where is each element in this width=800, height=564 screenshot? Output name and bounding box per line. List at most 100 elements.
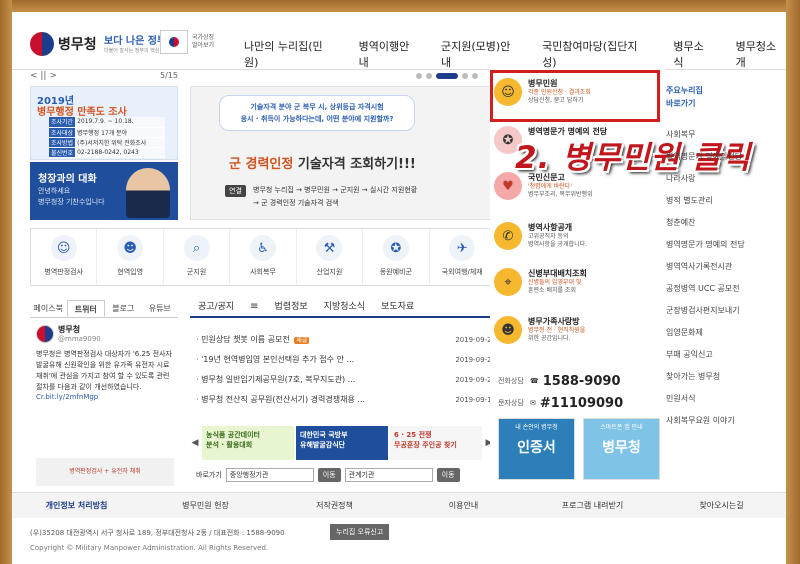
- side-menu-item[interactable]: 병역명문가 명예의 전당: [666, 234, 786, 256]
- carousel-dot[interactable]: [472, 73, 478, 79]
- carousel-dot[interactable]: [426, 73, 432, 79]
- footer-link-downloads[interactable]: 프로그램 내려받기: [528, 493, 657, 518]
- go-button[interactable]: 이동: [436, 468, 460, 482]
- quick-link-military-apply[interactable]: ⌕ 군지원: [164, 229, 231, 285]
- national-flag-icon[interactable]: [160, 30, 188, 54]
- main-promo-banner[interactable]: 기술자격 분야 군 복무 시, 상위등급 자격시험 응시 · 취득이 가능하다는…: [190, 86, 494, 220]
- side-menu-item[interactable]: 병역명문가 명예의전당: [666, 146, 786, 168]
- quick-service-icons: ☺ 병역판정검사 ☻ 현역입영 ⌕ 군지원 ♿ 사회복무 ⚒ 산업지원 ✪ 동원예비군 ✈ 국…: [30, 228, 496, 286]
- tweet-body: 병무청은 병역판정검사 대상자가 '6.25 전사자 발굴유해 신원확인을 위한…: [36, 350, 172, 391]
- survey-info-table: 조사기간 2019.7.9. ~ 10.18. 조사대상 병무행정 17개 분야 조…: [49, 117, 165, 158]
- side-menu-item[interactable]: 입영문화제: [666, 322, 786, 344]
- sns-tabs: 페이스북 트위터 블로그 유튜브: [30, 300, 178, 318]
- side-menu-item[interactable]: 나라사랑: [666, 168, 786, 190]
- side-menu-item[interactable]: 군장병검사편지보내기: [666, 300, 786, 322]
- footer-link-privacy[interactable]: 개인정보 처리방침: [12, 493, 141, 518]
- tab-press[interactable]: 보도자료: [373, 298, 422, 316]
- phone-number: 1588-9090: [542, 373, 621, 389]
- related-org-select[interactable]: 관계기관: [344, 468, 433, 482]
- survey-banner[interactable]: 2019년 병무행정 만족도 조사 조사기간 2019.7.9. ~ 10.18.…: [30, 86, 178, 160]
- wheelchair-icon: ♿: [249, 235, 276, 261]
- carousel-dot-active[interactable]: [436, 73, 458, 79]
- tab-facebook[interactable]: 페이스북: [30, 300, 67, 317]
- list-item[interactable]: · 민원상담 챗봇 이름 공모전 새글 2019-09-25: [196, 330, 496, 350]
- footer-address: (우)35208 대전광역시 서구 청사로 189, 정부대전청사 2동 / 대…: [30, 529, 285, 537]
- people-icon: ☻: [494, 316, 522, 344]
- tweet-account[interactable]: 병무청 @mma9090: [36, 324, 174, 343]
- side-menu-item[interactable]: 사회복무: [666, 124, 786, 146]
- agency-select[interactable]: 중앙행정기관: [225, 468, 314, 482]
- app-banner-mobile[interactable]: 스마트폰 앱 안내 병무청: [583, 418, 660, 480]
- promo-tag: 연결: [225, 185, 246, 197]
- list-item[interactable]: · '19년 현역병입영 본인선택원 추가 접수 안 ... 2019-09-22: [196, 350, 496, 370]
- service-item-unit-assignment[interactable]: ⌖ 신병부대배치조회 신병들의 입영부대 및 훈련소 배치를 조회: [494, 268, 654, 296]
- side-menu-heading: 주요누리집 바로가기: [666, 84, 786, 110]
- partner-banner[interactable]: 농식품 공간데이터 분석 · 활용대회: [202, 426, 294, 460]
- footer-link-directions[interactable]: 찾아오시는길: [657, 493, 786, 518]
- tab-regional-news[interactable]: 지방청소식: [316, 298, 373, 316]
- app-banner-certificate[interactable]: 내 손안의 병무청 인증서: [498, 418, 575, 480]
- report-error-button[interactable]: 누리집 오류신고: [330, 524, 390, 540]
- side-menu-item[interactable]: 부패 공익신고: [666, 344, 786, 366]
- side-menu-item[interactable]: 병적 별도관리: [666, 190, 786, 212]
- partner-banner[interactable]: 대한민국 국방부 유해발굴감식단: [296, 426, 388, 460]
- survey-key: 조사대상: [49, 127, 76, 138]
- quick-link-enlistment[interactable]: ☻ 현역입영: [97, 229, 164, 285]
- partner-banner[interactable]: 6 · 25 전쟁 무공훈장 주인공 찾기: [390, 426, 482, 460]
- sms-number: #11109090: [539, 395, 624, 411]
- side-menu-item[interactable]: 사회복무요원 이야기: [666, 410, 786, 432]
- service-desc: 신병들의 입영부대 및: [528, 279, 587, 287]
- footer-link-guide[interactable]: 이용안내: [399, 493, 528, 518]
- quick-link-label: 병역판정검사: [44, 268, 84, 276]
- tab-law[interactable]: 법령정보: [267, 298, 316, 316]
- side-menu-heading-line: 바로가기: [666, 99, 696, 108]
- hamburger-menu-icon[interactable]: ≡: [242, 298, 266, 316]
- service-item-family-room[interactable]: ☻ 병무가족사랑방 병무청 전 · 현직직원을 위한 공간입니다.: [494, 316, 654, 344]
- carousel-dot[interactable]: [462, 73, 468, 79]
- carousel-prev-pause-next[interactable]: < || >: [30, 71, 57, 81]
- tab-twitter[interactable]: 트위터: [66, 300, 105, 317]
- carousel-dot[interactable]: [416, 73, 422, 79]
- service-item-disclosure[interactable]: ✆ 병역사항공개 고위공직자 등의 병역사항을 공개합니다.: [494, 222, 654, 250]
- tab-blog[interactable]: 블로그: [105, 300, 142, 317]
- footer-link-copyright[interactable]: 저작권정책: [270, 493, 399, 518]
- quick-link-physical-exam[interactable]: ☺ 병역판정검사: [31, 229, 98, 285]
- side-menu-item[interactable]: 민원서식: [666, 388, 786, 410]
- tab-notice[interactable]: 공고/공지: [190, 298, 242, 316]
- list-item[interactable]: · 병무청 일반임기제공무원(7호, 복무지도관) ... 2019-09-20: [196, 370, 496, 390]
- nav-item-service-guide[interactable]: 병역이행안내: [359, 38, 419, 70]
- nav-item-participation[interactable]: 국민참여마당(집단지성): [542, 38, 651, 70]
- carousel-dots: [416, 73, 478, 79]
- tweet-link[interactable]: Cr.bit.ly/2mfnMgp: [36, 393, 174, 401]
- site-logo[interactable]: 병무청: [30, 32, 97, 56]
- footer-link-charter[interactable]: 병무민원 헌장: [141, 493, 270, 518]
- chevron-left-icon[interactable]: ◀: [190, 438, 200, 448]
- slogan-text: 보다 나은 정부: [104, 36, 167, 47]
- service-title: 신병부대배치조회: [528, 269, 587, 278]
- nav-item-military-apply[interactable]: 군지원(모병)안내: [441, 38, 520, 70]
- nav-item-my-portal[interactable]: 나만의 누리집(민원): [244, 38, 337, 70]
- avatar: [36, 324, 54, 343]
- side-menu-item[interactable]: 병역역사기록전시관: [666, 256, 786, 278]
- app-title: 인증서: [517, 440, 556, 456]
- tweet-image[interactable]: 병역판정검사 + 유전자 채취: [36, 458, 174, 486]
- list-item[interactable]: · 병무청 전산직 공무원(전산서기) 경력경쟁채용 ... 2019-09-19: [196, 390, 496, 410]
- quick-link-overseas[interactable]: ✈ 국외여행/체재: [430, 229, 495, 285]
- commissioner-chat-banner[interactable]: 청장과의 대화 안녕하세요 병무청장 기찬수입니다: [30, 162, 178, 220]
- ad-line: 농식품 공간데이터: [206, 431, 260, 439]
- side-menu-item[interactable]: 청춘예찬: [666, 212, 786, 234]
- go-button[interactable]: 이동: [317, 468, 341, 482]
- side-menu-item[interactable]: 공정병역 UCC 공모전: [666, 278, 786, 300]
- partner-banner-strip: ◀ 농식품 공간데이터 분석 · 활용대회 대한민국 국방부 유해발굴감식단 6 ·…: [190, 424, 494, 462]
- quick-link-industry[interactable]: ⚒ 산업지원: [297, 229, 364, 285]
- quick-link-social-service[interactable]: ♿ 사회복무: [230, 229, 297, 285]
- service-desc-line: '청렴에게 바란다': [528, 183, 572, 190]
- promo-headline: 군 경력인정 기술자격 조회하기!!!: [229, 153, 416, 172]
- nav-item-about[interactable]: 병무청소개: [736, 38, 786, 70]
- bubble-line: 기술자격 분야 군 복무 시, 상위등급 자격시험: [250, 103, 384, 111]
- nav-item-news[interactable]: 병무소식: [673, 38, 713, 70]
- side-menu-item[interactable]: 찾아가는 병무청: [666, 366, 786, 388]
- flag-caption[interactable]: 국가상징 알아보기: [192, 34, 220, 50]
- tab-youtube[interactable]: 유튜브: [142, 300, 179, 317]
- quick-link-reserve[interactable]: ✪ 동원예비군: [363, 229, 430, 285]
